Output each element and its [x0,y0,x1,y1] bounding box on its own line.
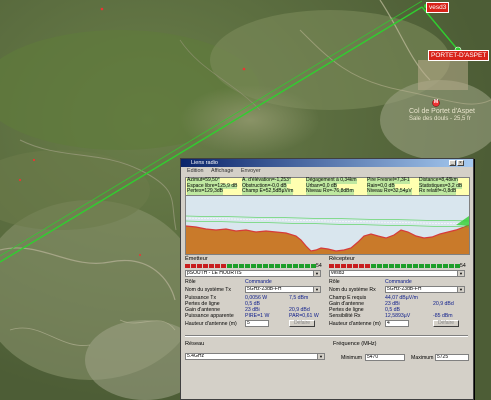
receiver-system-value: 5GHz-23dB-FH [387,286,422,292]
network-heading: Réseau [185,341,205,347]
emitter-role-label: Rôle [185,279,196,285]
emitter-heading: Émetteur [185,256,208,262]
radio-link-window: Liens radio _ × Edition Affichage Envoye… [180,158,474,400]
poi-label: Col de Portet d'Aspet [409,108,475,115]
emitter-power-dbm: 7,5 dBm [289,295,309,301]
chevron-down-icon[interactable]: ▼ [317,354,324,359]
terrain-profile[interactable] [185,195,470,255]
link-statistics: Azimut=59,50° A. d'élévation=-1,253° Dég… [185,177,470,196]
emitter-height-label: Hauteur d'antenne (m) [185,321,237,327]
receiver-pane: Récepteur 54 vesd3 ▼ Rôle Commande Nom d… [329,256,469,334]
emitter-meter-value: 54 [316,263,322,269]
emitter-signal-meter [185,264,317,268]
receiver-system-select[interactable]: 5GHz-23dB-FH ▼ [385,286,465,293]
stat-field: Champ E=52,5dBµV/m [242,188,294,195]
transmitter-town-label[interactable]: PORTET-D'ASPET [428,50,490,61]
emitter-par: PAR=0,61 W [289,313,319,319]
frequency-min-input[interactable]: 5470 [365,354,405,361]
panes-divider [185,335,468,337]
frequency-max-input[interactable]: 5725 [435,354,469,361]
stat-rx-level-uv: Niveau Rx=32,54µV [367,188,412,195]
frequency-min-label: Minimum [341,355,363,361]
receiver-sens-label: Sensibilité Rx [329,313,361,319]
emitter-site-select[interactable]: pSOUTH - LE HOURTIS ▼ [185,270,321,277]
receiver-undo-button[interactable]: Défaire [433,320,459,327]
minimize-button[interactable]: _ [449,160,456,166]
emitter-height-input[interactable]: 5 [245,320,269,327]
emitter-eirp-label: Puissance apparente [185,313,234,319]
emitter-pane: Émetteur 54 pSOUTH - LE HOURTIS ▼ Rôle C… [185,256,325,334]
receiver-gain-dbd: 20,9 dBd [433,301,454,307]
receiver-signal-meter [329,264,461,268]
frequency-max-label: Maximum [411,355,434,361]
stat-rx-relative: Rx relatif=-0,8dB [419,188,457,195]
receiver-site-select[interactable]: vesd3 ▼ [329,270,465,277]
poi-marker-letter: M [434,99,439,105]
chevron-down-icon[interactable]: ▼ [313,271,320,276]
close-button[interactable]: × [457,160,464,166]
receiver-site-value: vesd3 [331,270,345,276]
chevron-down-icon[interactable]: ▼ [457,271,464,276]
emitter-system-value: 5GHz-23dB-FH [247,286,282,292]
menu-affichage[interactable]: Affichage [211,168,233,174]
receiver-meter-value: 54 [460,263,466,269]
receiver-height-input[interactable]: 4 [385,320,409,327]
emitter-pire: PIRE=1 W [245,313,270,319]
window-titlebar[interactable]: Liens radio _ × [181,159,473,167]
poi-sub-label: Sale des douls - 25,5 fr [409,116,471,122]
emitter-role-value: Commande [245,279,272,285]
menu-bar: Edition Affichage Envoyer [181,168,473,175]
chevron-down-icon[interactable]: ▼ [457,287,464,292]
receiver-sens-dbm: -85 dBm [433,313,453,319]
emitter-system-label: Nom du système Tx [185,287,232,293]
network-select[interactable]: 5.4GHz ▼ [185,353,325,360]
emitter-system-select[interactable]: 5GHz-23dB-FH ▼ [245,286,321,293]
receiver-sens-uv: 12,5893µV [385,313,411,319]
network-value: 5.4GHz [187,353,204,359]
receiver-height-label: Hauteur d'antenne (m) [329,321,381,327]
frequency-heading: Fréquence (MHz) [333,341,377,347]
receiver-role-label: Rôle [329,279,340,285]
menu-envoyer[interactable]: Envoyer [241,168,261,174]
emitter-undo-button[interactable]: Défaire [289,320,315,327]
receiver-system-label: Nom du système Rx [329,287,376,293]
emitter-site-value: pSOUTH - LE HOURTIS [187,270,242,276]
stat-rx-level-dbm: Niveau Rx=-76,8dBm [306,188,354,195]
stat-losses: Pertes=129,3dB [187,188,223,195]
receiver-site-label[interactable]: vesd3 [426,2,450,13]
receiver-heading: Récepteur [329,256,355,262]
menu-edition[interactable]: Edition [187,168,203,174]
window-title: Liens radio [191,160,218,166]
chevron-down-icon[interactable]: ▼ [313,287,320,292]
receiver-role-value: Commande [385,279,412,285]
